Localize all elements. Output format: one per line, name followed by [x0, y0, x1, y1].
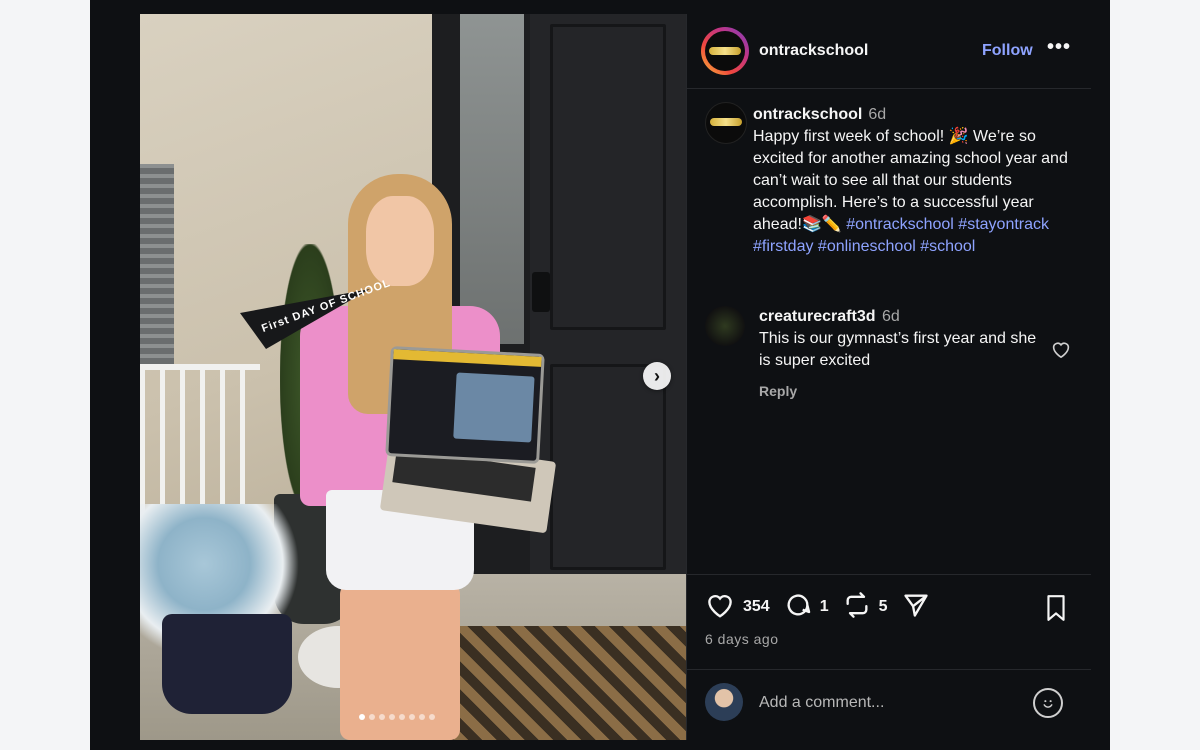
repost-count[interactable]: 5: [879, 598, 888, 616]
person-face: [366, 196, 434, 286]
commenter-avatar[interactable]: [705, 306, 745, 346]
post-timestamp: 6 days ago: [705, 631, 779, 647]
caption-username[interactable]: ontrackschool: [753, 106, 862, 123]
carousel-dot[interactable]: [419, 714, 425, 720]
comment-username[interactable]: creaturecraft3d: [759, 308, 876, 325]
my-avatar: [705, 683, 743, 721]
carousel-dots: [359, 714, 435, 720]
add-comment-input[interactable]: Add a comment...: [759, 694, 884, 712]
bookmark-icon[interactable]: [1043, 594, 1069, 627]
carousel-dot[interactable]: [359, 714, 365, 720]
comment-text: This is our gymnast’s first year and she…: [759, 330, 1037, 369]
caption-avatar[interactable]: [705, 102, 747, 144]
brand-logo: [710, 118, 742, 126]
door-handle: [532, 272, 550, 312]
more-options-icon[interactable]: •••: [1047, 36, 1071, 59]
comment-age: 6d: [881, 308, 900, 325]
carousel-dot[interactable]: [409, 714, 415, 720]
carousel-dot[interactable]: [369, 714, 375, 720]
door-glass: [460, 14, 524, 344]
post-photo[interactable]: First DAY OF SCHOOL: [140, 14, 686, 740]
laptop-screen: [385, 346, 545, 464]
comment-like-heart-icon[interactable]: [1051, 340, 1071, 363]
brand-logo: [709, 47, 741, 55]
emoji-smile-icon[interactable]: [1033, 688, 1063, 718]
carousel-dot[interactable]: [389, 714, 395, 720]
carousel-next-button[interactable]: ›: [643, 362, 671, 390]
like-count[interactable]: 354: [743, 598, 770, 616]
share-send-icon[interactable]: [902, 591, 930, 624]
window-blinds: [140, 164, 174, 364]
carousel-dot[interactable]: [379, 714, 385, 720]
profile-avatar[interactable]: [701, 27, 749, 75]
actions-divider: [687, 574, 1091, 575]
header-username[interactable]: ontrackschool: [759, 42, 868, 60]
comment-count[interactable]: 1: [820, 598, 829, 616]
door-panel: [550, 24, 666, 330]
like-heart-icon[interactable]: [705, 592, 735, 623]
caption-age: 6d: [868, 106, 887, 123]
comment-bubble-icon[interactable]: [784, 591, 812, 624]
railing: [140, 364, 260, 520]
carousel-dot[interactable]: [429, 714, 435, 720]
post-header: ontrackschool Follow •••: [687, 14, 1091, 89]
post-side-panel: ontrackschool Follow ••• ontrackschool 6d…: [686, 14, 1091, 740]
star-pot: [162, 614, 292, 714]
caption: ontrackschool 6d Happy first week of scho…: [753, 104, 1073, 258]
follow-button[interactable]: Follow: [982, 42, 1033, 60]
composer-divider: [687, 669, 1091, 670]
door-mat: [440, 626, 686, 740]
repost-icon[interactable]: [843, 591, 871, 624]
door-panel: [550, 364, 666, 570]
reply-button[interactable]: Reply: [759, 383, 797, 399]
comment: creaturecraft3d 6d This is our gymnast’s…: [759, 306, 1039, 372]
chevron-right-icon: ›: [654, 365, 660, 386]
action-bar: 354 1 5: [705, 591, 1075, 624]
carousel-dot[interactable]: [399, 714, 405, 720]
